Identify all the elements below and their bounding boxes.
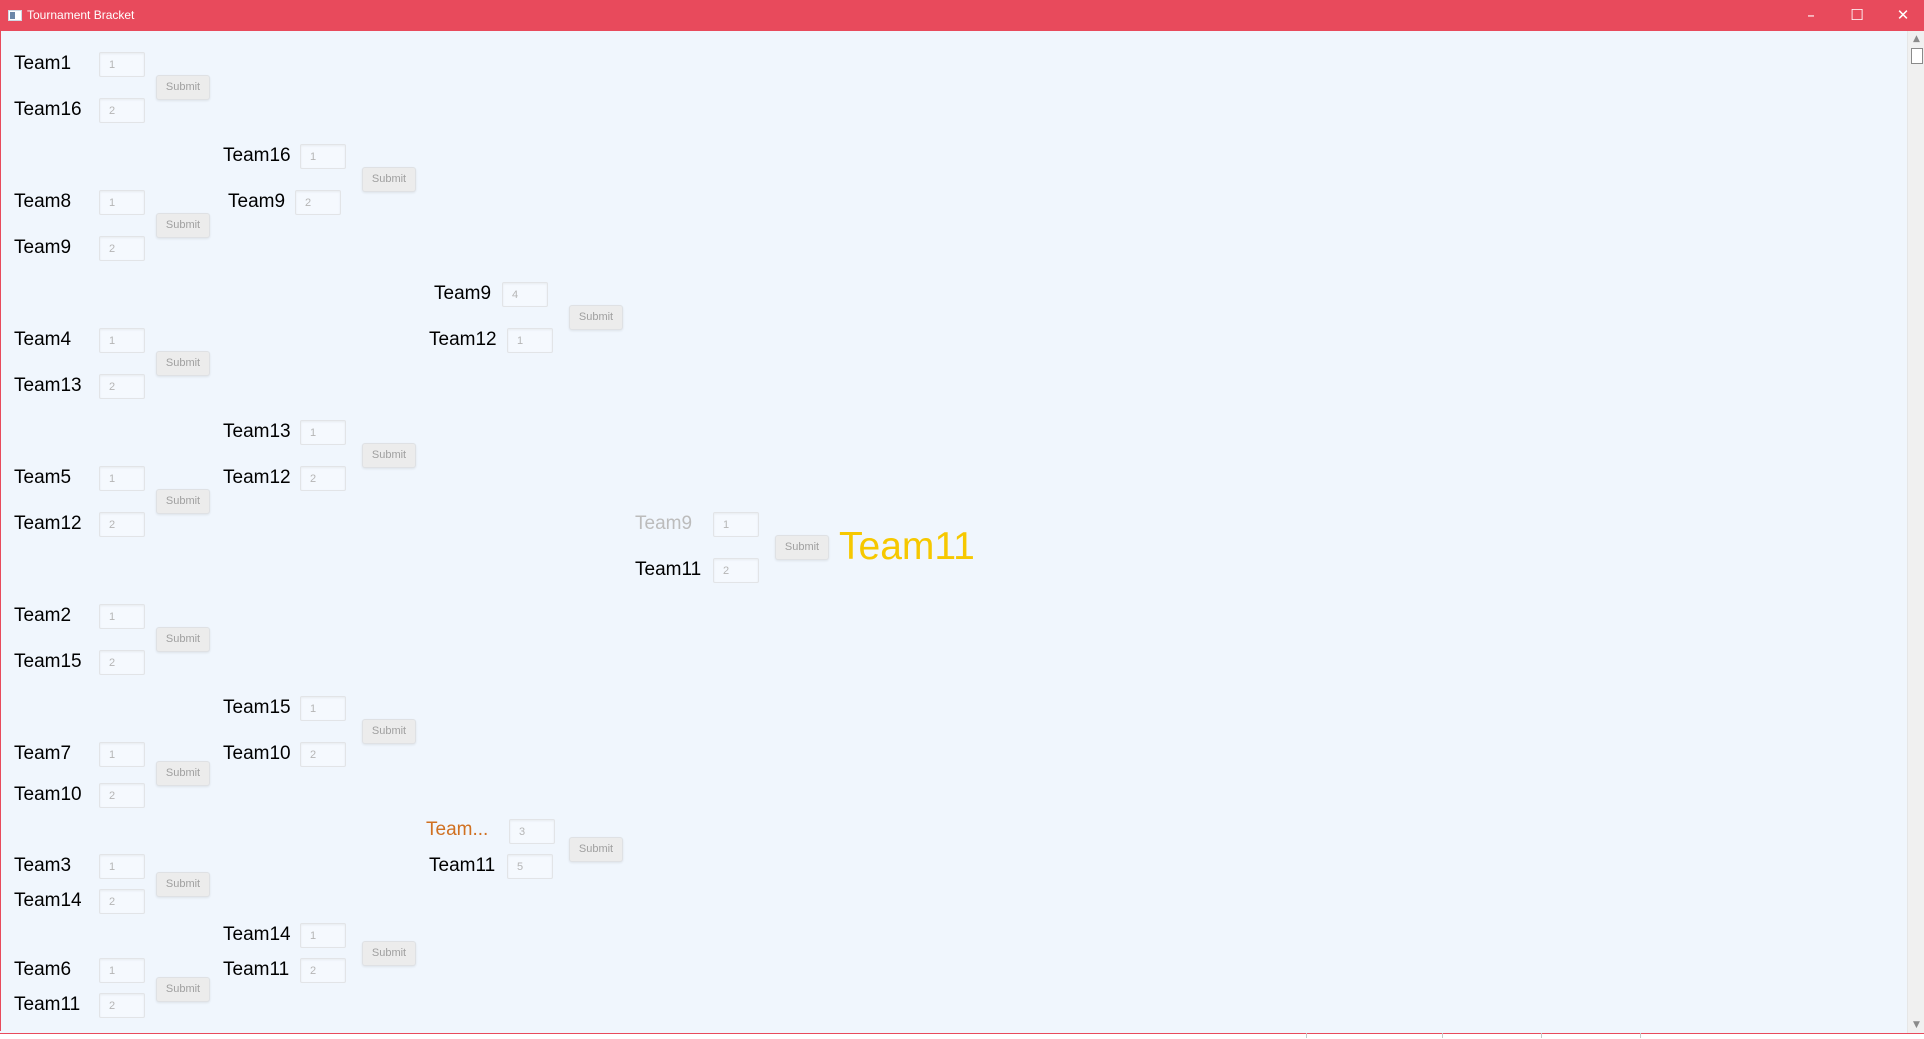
taskbar-divider: [1306, 1033, 1307, 1038]
team-label: Team9: [434, 283, 492, 304]
score-input[interactable]: [507, 854, 553, 879]
score-input[interactable]: [502, 282, 548, 307]
team-label: Team9: [14, 237, 72, 258]
submit-button[interactable]: Submit: [569, 305, 623, 330]
team-label: Team8: [14, 191, 72, 212]
taskbar-divider: [1640, 1033, 1641, 1038]
score-input[interactable]: [99, 328, 145, 353]
team-label: Team16: [223, 145, 291, 166]
score-input[interactable]: [99, 783, 145, 808]
score-input[interactable]: [99, 993, 145, 1018]
title-bar: Tournament Bracket – ☐ ✕: [0, 0, 1924, 31]
submit-button[interactable]: Submit: [362, 167, 416, 192]
team-label: Team12: [429, 329, 497, 350]
submit-button[interactable]: Submit: [156, 75, 210, 100]
team-label: Team9: [228, 191, 286, 212]
score-input[interactable]: [300, 420, 346, 445]
submit-button[interactable]: Submit: [362, 941, 416, 966]
scroll-thumb[interactable]: [1911, 48, 1923, 64]
score-input[interactable]: [300, 144, 346, 169]
team-label: Team10: [223, 743, 291, 764]
taskbar-strip: [1300, 1033, 1924, 1038]
team-label: Team5: [14, 467, 72, 488]
score-input[interactable]: [295, 190, 341, 215]
maximize-icon[interactable]: ☐: [1834, 0, 1880, 31]
score-input[interactable]: [99, 98, 145, 123]
score-input[interactable]: [99, 650, 145, 675]
team-label: Team11: [223, 959, 290, 980]
champion-label: Team11: [839, 525, 975, 568]
submit-button[interactable]: Submit: [569, 837, 623, 862]
team-label: Team4: [14, 329, 72, 350]
bracket-canvas: Team1 Team16 Submit Team8 Team9 Submit T…: [0, 31, 1907, 1031]
score-input[interactable]: [99, 190, 145, 215]
team-label: Team3: [14, 855, 72, 876]
team-label: Team1: [14, 53, 72, 74]
team-label: Team...: [426, 819, 489, 840]
score-input[interactable]: [99, 958, 145, 983]
team-label: Team14: [14, 890, 82, 911]
team-label: Team14: [223, 924, 291, 945]
score-input[interactable]: [300, 696, 346, 721]
team-label: Team9: [635, 513, 693, 534]
score-input[interactable]: [99, 374, 145, 399]
score-input[interactable]: [300, 466, 346, 491]
team-label: Team11: [429, 855, 496, 876]
team-label: Team6: [14, 959, 72, 980]
score-input[interactable]: [99, 512, 145, 537]
score-input[interactable]: [99, 742, 145, 767]
score-input[interactable]: [713, 512, 759, 537]
app-icon: [8, 10, 22, 21]
team-label: Team15: [223, 697, 291, 718]
window-title: Tournament Bracket: [27, 8, 135, 22]
score-input[interactable]: [99, 52, 145, 77]
team-label: Team10: [14, 784, 82, 805]
score-input[interactable]: [713, 558, 759, 583]
scroll-up-icon[interactable]: ▲: [1908, 31, 1924, 47]
team-label: Team16: [14, 99, 82, 120]
submit-button[interactable]: Submit: [775, 535, 829, 560]
team-label: Team2: [14, 605, 72, 626]
score-input[interactable]: [99, 604, 145, 629]
team-label: Team12: [14, 513, 82, 534]
submit-button[interactable]: Submit: [362, 719, 416, 744]
team-label: Team11: [635, 559, 702, 580]
score-input[interactable]: [99, 466, 145, 491]
score-input[interactable]: [300, 923, 346, 948]
scroll-down-icon[interactable]: ▼: [1908, 1017, 1924, 1033]
minimize-icon[interactable]: –: [1788, 0, 1834, 31]
submit-button[interactable]: Submit: [156, 351, 210, 376]
vertical-scrollbar[interactable]: ▲ ▼: [1907, 31, 1924, 1033]
team-label: Team13: [14, 375, 82, 396]
team-label: Team13: [223, 421, 291, 442]
taskbar-divider: [1541, 1033, 1542, 1038]
team-label: Team11: [14, 994, 81, 1015]
submit-button[interactable]: Submit: [362, 443, 416, 468]
submit-button[interactable]: Submit: [156, 761, 210, 786]
team-label: Team15: [14, 651, 82, 672]
close-icon[interactable]: ✕: [1880, 0, 1924, 31]
score-input[interactable]: [300, 958, 346, 983]
submit-button[interactable]: Submit: [156, 213, 210, 238]
score-input[interactable]: [99, 889, 145, 914]
score-input[interactable]: [509, 819, 555, 844]
team-label: Team12: [223, 467, 291, 488]
score-input[interactable]: [99, 236, 145, 261]
submit-button[interactable]: Submit: [156, 627, 210, 652]
taskbar-divider: [1442, 1033, 1443, 1038]
submit-button[interactable]: Submit: [156, 489, 210, 514]
score-input[interactable]: [507, 328, 553, 353]
submit-button[interactable]: Submit: [156, 872, 210, 897]
team-label: Team7: [14, 743, 72, 764]
score-input[interactable]: [99, 854, 145, 879]
submit-button[interactable]: Submit: [156, 977, 210, 1002]
score-input[interactable]: [300, 742, 346, 767]
